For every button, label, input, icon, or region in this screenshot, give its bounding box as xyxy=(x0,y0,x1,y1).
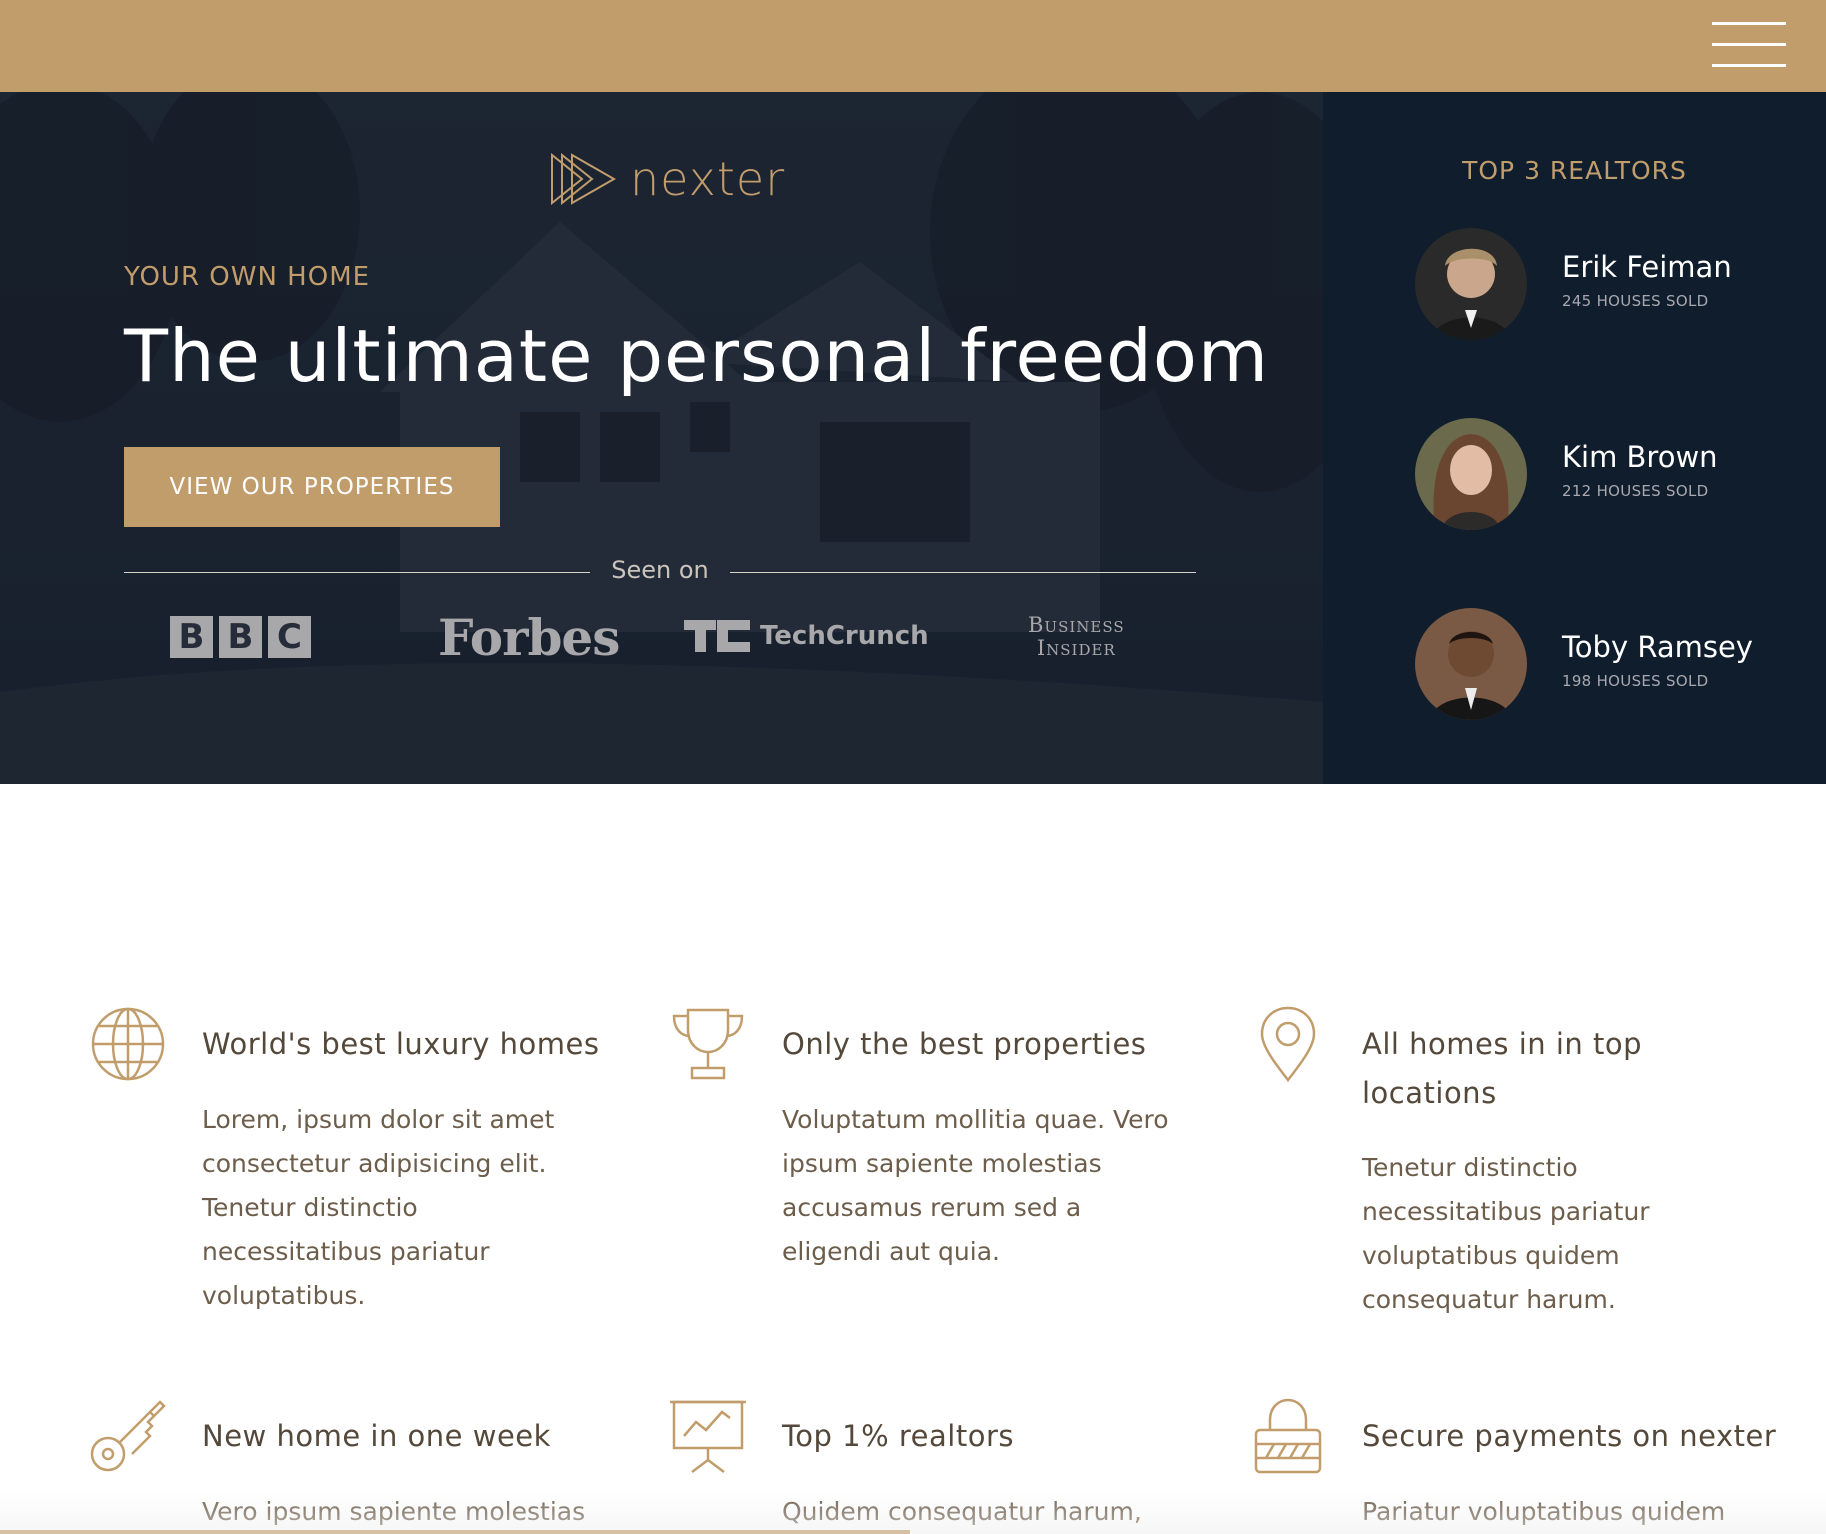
key-icon xyxy=(90,1400,166,1472)
hero-heading: The ultimate personal freedom xyxy=(124,314,1269,398)
realtor-card[interactable]: Toby Ramsey 198 houses sold xyxy=(1415,608,1815,720)
feature-title: New home in one week xyxy=(202,1419,551,1453)
nexter-triangles-icon xyxy=(551,153,616,205)
hamburger-line xyxy=(1712,43,1786,46)
techcrunch-text: TechCrunch xyxy=(760,621,929,651)
feature-text: Voluptatum mollitia quae. Vero ipsum sap… xyxy=(782,1105,1169,1266)
hamburger-line xyxy=(1712,64,1786,67)
feature-title: Only the best properties xyxy=(782,1027,1147,1061)
trophy-icon xyxy=(672,1008,744,1080)
nexter-logo[interactable]: nexter xyxy=(550,152,785,206)
feature-title: All homes in in top locations xyxy=(1362,1027,1643,1110)
business-insider-line2: Insider xyxy=(1036,636,1116,660)
hamburger-menu-icon[interactable] xyxy=(1712,22,1786,68)
avatar-photo xyxy=(1415,608,1527,720)
realtor-name: Erik Feiman xyxy=(1562,250,1732,284)
feature-title: Top 1% realtors xyxy=(782,1419,1014,1453)
realtor-card[interactable]: Erik Feiman 245 houses sold xyxy=(1415,228,1815,340)
techcrunch-mark-icon xyxy=(684,620,750,652)
realtors-title: Top 3 Realtors xyxy=(1462,156,1687,185)
avatar-photo xyxy=(1415,228,1527,340)
view-properties-button[interactable]: View our properties xyxy=(124,447,500,527)
realtor-houses-sold: 198 houses sold xyxy=(1562,672,1709,690)
logo-text: nexter xyxy=(630,152,786,206)
lock-icon xyxy=(1254,1398,1322,1474)
bbc-letter: C xyxy=(268,616,311,658)
feature-text: Quidem consequatur harum, xyxy=(782,1497,1142,1526)
realtor-card[interactable]: Kim Brown 212 houses sold xyxy=(1415,418,1815,530)
hero-section: nexter Your own home The ultimate person… xyxy=(0,92,1323,784)
techcrunch-logo: TechCrunch xyxy=(684,620,929,652)
presentation-chart-icon xyxy=(670,1400,746,1473)
feature-text: Lorem, ipsum dolor sit amet consectetur … xyxy=(202,1105,555,1310)
feature-text: Pariatur voluptatibus quidem xyxy=(1362,1497,1726,1526)
scroll-progress-bar xyxy=(0,1530,910,1534)
feature-text: Vero ipsum sapiente molestias xyxy=(202,1497,586,1526)
seen-on-label: Seen on xyxy=(611,556,709,584)
feature-title: Secure payments on nexter xyxy=(1362,1419,1777,1453)
bbc-letter: B xyxy=(219,616,262,658)
hamburger-line xyxy=(1712,22,1786,25)
feature-text: Tenetur distinctio necessitatibus pariat… xyxy=(1362,1153,1650,1314)
realtor-houses-sold: 245 houses sold xyxy=(1562,292,1709,310)
top-bar xyxy=(0,0,1826,92)
realtor-name: Toby Ramsey xyxy=(1562,630,1753,664)
map-pin-icon xyxy=(1260,1006,1316,1082)
business-insider-line1: Business xyxy=(1028,613,1125,637)
globe-icon xyxy=(91,1007,165,1081)
forbes-logo: Forbes xyxy=(438,608,620,667)
hero-subheading: Your own home xyxy=(124,262,371,292)
business-insider-logo: Business Insider xyxy=(1028,614,1125,660)
bbc-logo: B B C xyxy=(170,616,311,658)
seen-on-divider: Seen on xyxy=(124,552,1196,592)
bbc-letter: B xyxy=(170,616,213,658)
top-realtors-panel: Top 3 Realtors Erik Feiman 245 houses so… xyxy=(1323,92,1826,784)
divider-line xyxy=(730,572,1196,573)
feature-title: World's best luxury homes xyxy=(202,1027,600,1061)
realtor-houses-sold: 212 houses sold xyxy=(1562,482,1709,500)
realtor-name: Kim Brown xyxy=(1562,440,1718,474)
avatar-photo xyxy=(1415,418,1527,530)
